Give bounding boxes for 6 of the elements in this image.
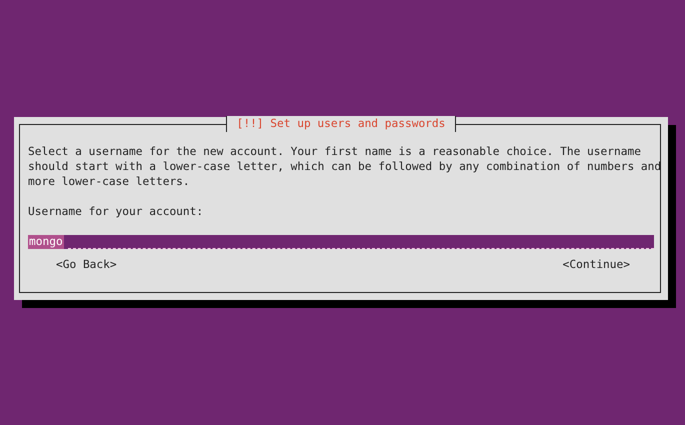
field-label: Username for your account: (28, 204, 204, 219)
dialog-title: [!!] Set up users and passwords (226, 116, 456, 132)
description-text: Select a username for the new account. Your first name is a reasonable choice. The username should start with a lower-case letter, which can be followed by any combination of numbers and more lower-case letters. (28, 144, 662, 189)
go-back-button[interactable]: <Go Back> (54, 257, 119, 272)
username-field[interactable]: mongo (28, 235, 654, 249)
continue-button[interactable]: <Continue> (560, 257, 632, 272)
